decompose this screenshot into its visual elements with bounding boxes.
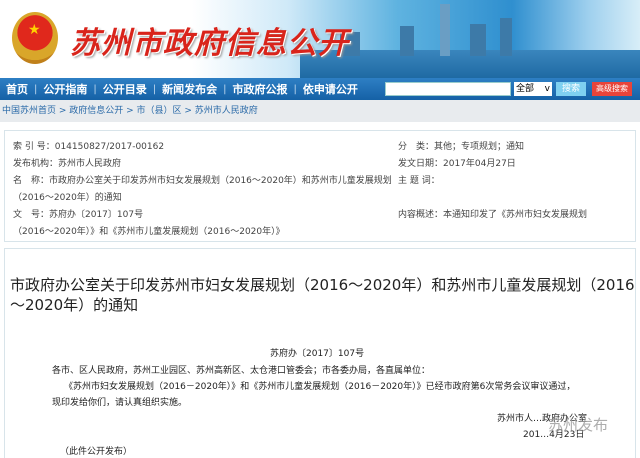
chevron-down-icon: v: [544, 84, 550, 94]
meta-name: 名 称：市政府办公室关于印发苏州市妇女发展规划（2016～2020年）和苏州市儿…: [13, 176, 392, 186]
scope-select[interactable]: 全部 v: [514, 82, 552, 96]
nav-gazette[interactable]: 市政府公报: [227, 81, 294, 97]
header-banner: ★ 苏州市政府信息公开: [0, 0, 640, 78]
building: [400, 26, 414, 56]
body-paragraph-1: 《苏州市妇女发展规划（2016－2020年）》和《苏州市儿童发展规划（2016－…: [64, 382, 576, 392]
recipients: 各市、区人民政府，苏州工业园区、苏州高新区、太仓港口管委会；市各委办局，各直属单…: [52, 366, 431, 376]
national-emblem-icon: ★: [12, 12, 58, 64]
meta-publisher: 发布机构：苏州市人民政府: [13, 159, 122, 169]
advanced-search-button[interactable]: 高级搜索: [592, 82, 632, 96]
building: [500, 18, 512, 56]
document-title: 市政府办公室关于印发苏州市妇女发展规划（2016～2020年）和苏州市儿童发展规…: [10, 276, 635, 314]
body-paragraph-2: 现印发给你们，请认真组织实施。: [52, 398, 188, 408]
nav-guide[interactable]: 公开指南: [37, 81, 93, 97]
search-button[interactable]: 搜索: [556, 82, 586, 96]
meta-date: 发文日期：2017年04月27日: [398, 159, 516, 169]
watermark: 苏州发布: [548, 416, 609, 434]
scope-select-value: 全部: [516, 84, 535, 94]
building: [440, 4, 450, 56]
search-input[interactable]: [385, 82, 511, 96]
meta-index: 索 引 号：014150827/2017-00162: [13, 142, 165, 152]
meta-summary: 内容概述：本通知印发了《苏州市妇女发展规划: [398, 210, 588, 220]
meta-keywords: 主 题 词：: [398, 176, 440, 186]
nav-press[interactable]: 新闻发布会: [156, 81, 223, 97]
meta-doc-no: 文 号：苏府办〔2017〕107号: [13, 210, 144, 220]
building: [470, 24, 486, 56]
meta-name-cont: （2016～2020年）的通知: [13, 193, 122, 203]
meta-category: 分 类：其他；专项规划；通知: [398, 142, 525, 152]
breadcrumb[interactable]: 中国苏州首页 > 政府信息公开 > 市（县）区 > 苏州市人民政府: [0, 100, 640, 122]
nav-home[interactable]: 首页: [0, 81, 34, 97]
meta-summary-cont: （2016～2020年）》和《苏州市儿童发展规划（2016～2020年）》: [13, 227, 285, 237]
site-title: 苏州市政府信息公开: [70, 26, 349, 61]
metadata-panel: 索 引 号：014150827/2017-00162 发布机构：苏州市人民政府 …: [4, 130, 636, 242]
nav-request[interactable]: 依申请公开: [297, 81, 364, 97]
doc-number: 苏府办〔2017〕107号: [270, 349, 365, 359]
footnote: （此件公开发布）: [60, 447, 133, 457]
nav-catalog[interactable]: 公开目录: [97, 81, 153, 97]
